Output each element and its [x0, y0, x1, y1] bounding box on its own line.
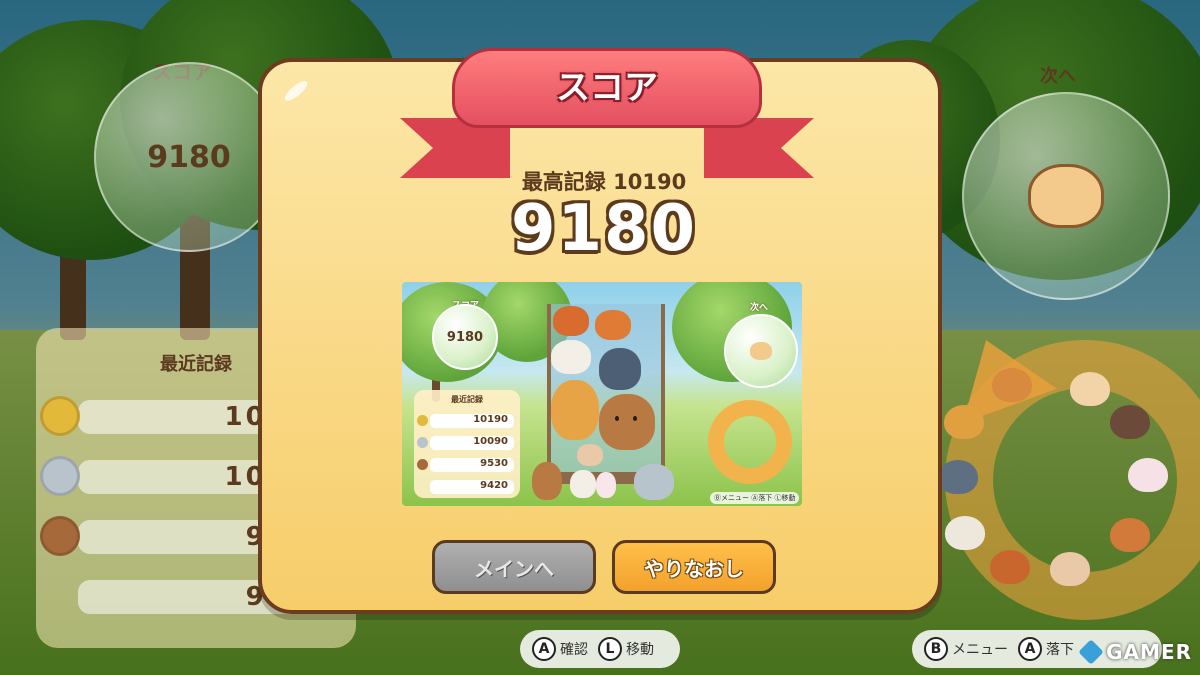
a-button-icon: A — [1018, 637, 1042, 661]
shot-next-bubble — [724, 314, 798, 388]
gold-medal-icon — [417, 415, 428, 426]
shot-record-value: 9420 — [480, 480, 508, 491]
hamster-icon — [750, 342, 772, 360]
shot-recent-title: 最近記録 — [451, 395, 483, 404]
dialog-title: スコア — [556, 68, 658, 108]
shot-record-value: 10090 — [473, 436, 508, 447]
fox-icon — [990, 550, 1030, 584]
shot-record-value: 9530 — [480, 458, 508, 469]
sheep-icon — [570, 470, 596, 498]
shine-decoration — [282, 78, 310, 104]
bear-icon — [992, 368, 1032, 402]
cat-icon — [938, 460, 978, 494]
l-button-icon: L — [598, 637, 622, 661]
lion-icon — [944, 405, 984, 439]
lion-icon — [551, 380, 599, 440]
b-button-icon: B — [924, 637, 948, 661]
gold-medal-icon — [40, 396, 80, 436]
retry-button[interactable]: やりなおし — [612, 540, 776, 594]
menu-label: メニュー — [952, 642, 1008, 658]
controls-hint-center: A 確認 L 移動 — [520, 630, 680, 668]
shot-record-row: 10090 — [417, 436, 514, 450]
guinea-pig-icon — [1110, 405, 1150, 439]
shot-next-label: 次へ — [750, 303, 769, 313]
shot-score-bubble: 9180 — [432, 304, 498, 370]
sheep-icon — [945, 516, 985, 550]
elephant-icon — [634, 464, 674, 500]
fox-icon — [553, 306, 589, 336]
score-result-dialog: スコア 最高記録 10190 9180 スコア 9180 次へ 最近記録 101… — [258, 48, 942, 614]
gamer-watermark: GAMER — [1078, 639, 1192, 665]
final-score: 9180 — [510, 192, 698, 266]
next-bubble — [962, 92, 1170, 300]
cat-icon — [599, 348, 641, 390]
drop-label: 落下 — [1046, 642, 1074, 658]
watermark-text: GAMER — [1106, 640, 1192, 664]
shot-record-value: 10190 — [473, 414, 508, 425]
bear-icon — [532, 462, 562, 500]
bronze-medal-icon — [417, 459, 428, 470]
move-label: 移動 — [626, 642, 654, 658]
shot-score-value: 9180 — [446, 329, 484, 345]
rabbit-icon — [596, 472, 616, 498]
score-hud-value: 9180 — [147, 139, 231, 175]
rabbit-icon — [1128, 458, 1168, 492]
shot-controls-hint: Ⓑメニュー Ⓐ落下 Ⓛ移動 — [710, 492, 800, 504]
gamer-logo-icon — [1078, 639, 1104, 665]
dog-icon — [577, 444, 603, 466]
shot-record-row: 10190 — [417, 414, 514, 428]
hamster-icon — [1070, 372, 1110, 406]
shot-record-row: 9530 — [417, 458, 514, 472]
next-label: 次へ — [1040, 66, 1076, 87]
shot-recent-panel: 最近記録 10190 10090 9530 9420 — [414, 390, 520, 498]
main-menu-button[interactable]: メインへ — [432, 540, 596, 594]
silver-medal-icon — [40, 456, 80, 496]
silver-medal-icon — [417, 437, 428, 448]
bronze-medal-icon — [40, 516, 80, 556]
confirm-label: 確認 — [560, 642, 588, 658]
a-button-icon: A — [532, 637, 556, 661]
result-screenshot: スコア 9180 次へ 最近記録 10190 10090 9530 9420 — [402, 282, 802, 506]
shot-evolution-ring — [708, 400, 792, 484]
animal-jar — [547, 304, 665, 476]
hamster-icon — [1028, 164, 1104, 228]
title-ribbon: スコア — [400, 48, 814, 178]
shot-record-row: 9420 — [430, 480, 514, 494]
cat-icon — [1110, 518, 1150, 552]
bear-icon — [599, 394, 655, 450]
fox-icon — [595, 310, 631, 340]
sheep-icon — [551, 340, 591, 374]
dog-icon — [1050, 552, 1090, 586]
score-bubble: 9180 — [94, 62, 284, 252]
